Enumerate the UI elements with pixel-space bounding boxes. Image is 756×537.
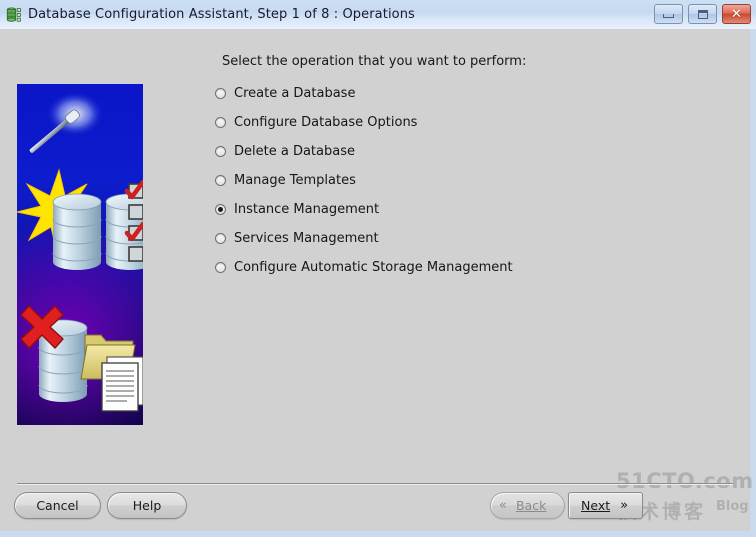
maximize-button[interactable] [688,4,717,24]
client-area: Select the operation that you want to pe… [0,29,753,531]
next-button[interactable]: Next » [568,492,643,519]
back-button-label: Back [515,498,547,513]
radio-label: Services Management [234,231,379,246]
page-title: Select the operation that you want to pe… [222,54,527,69]
help-button-label: Help [132,498,162,513]
radio-option-instance-management[interactable]: Instance Management [215,195,685,224]
cancel-button[interactable]: Cancel [14,492,101,519]
documents [101,356,143,412]
cancel-button-label: Cancel [36,498,79,513]
radio-label: Configure Database Options [234,115,418,130]
radio-label: Create a Database [234,86,356,101]
radio-icon[interactable] [215,146,226,157]
window-controls: ✕ [654,4,751,24]
window-title: Database Configuration Assistant, Step 1… [28,7,415,22]
next-button-label: Next [581,498,611,513]
title-bar: Database Configuration Assistant, Step 1… [0,0,756,29]
close-icon: ✕ [731,6,742,22]
chevron-left-icon: « [499,498,507,513]
footer-separator [17,483,733,485]
minimize-button[interactable] [654,4,683,24]
dbca-window: Database Configuration Assistant, Step 1… [0,0,756,537]
watermark-site: 51CTO.com [616,469,754,493]
radio-option-manage-templates[interactable]: Manage Templates [215,166,685,195]
radio-option-create-a-database[interactable]: Create a Database [215,79,685,108]
back-button[interactable]: « Back [490,492,565,519]
minimize-icon [663,14,674,18]
radio-label: Instance Management [234,202,380,217]
help-button[interactable]: Help [107,492,187,519]
radio-option-delete-a-database[interactable]: Delete a Database [215,137,685,166]
radio-option-configure-database-options[interactable]: Configure Database Options [215,108,685,137]
radio-icon[interactable] [215,117,226,128]
radio-icon-selected[interactable] [215,204,226,215]
radio-icon[interactable] [215,262,226,273]
database-server-icon [6,7,22,23]
radio-label: Manage Templates [234,173,356,188]
radio-label: Configure Automatic Storage Management [234,260,513,275]
radio-icon[interactable] [215,88,226,99]
operation-radio-group: Create a Database Configure Database Opt… [215,79,685,282]
maximize-icon [697,9,708,19]
radio-icon[interactable] [215,175,226,186]
dbca-wizard-illustration [17,84,143,425]
radio-option-services-management[interactable]: Services Management [215,224,685,253]
radio-icon[interactable] [215,233,226,244]
radio-label: Delete a Database [234,144,355,159]
radio-option-configure-automatic-storage-management[interactable]: Configure Automatic Storage Management [215,253,685,282]
watermark-blog: Blog [716,499,749,514]
chevron-right-icon: » [620,498,629,513]
close-button[interactable]: ✕ [722,4,751,24]
